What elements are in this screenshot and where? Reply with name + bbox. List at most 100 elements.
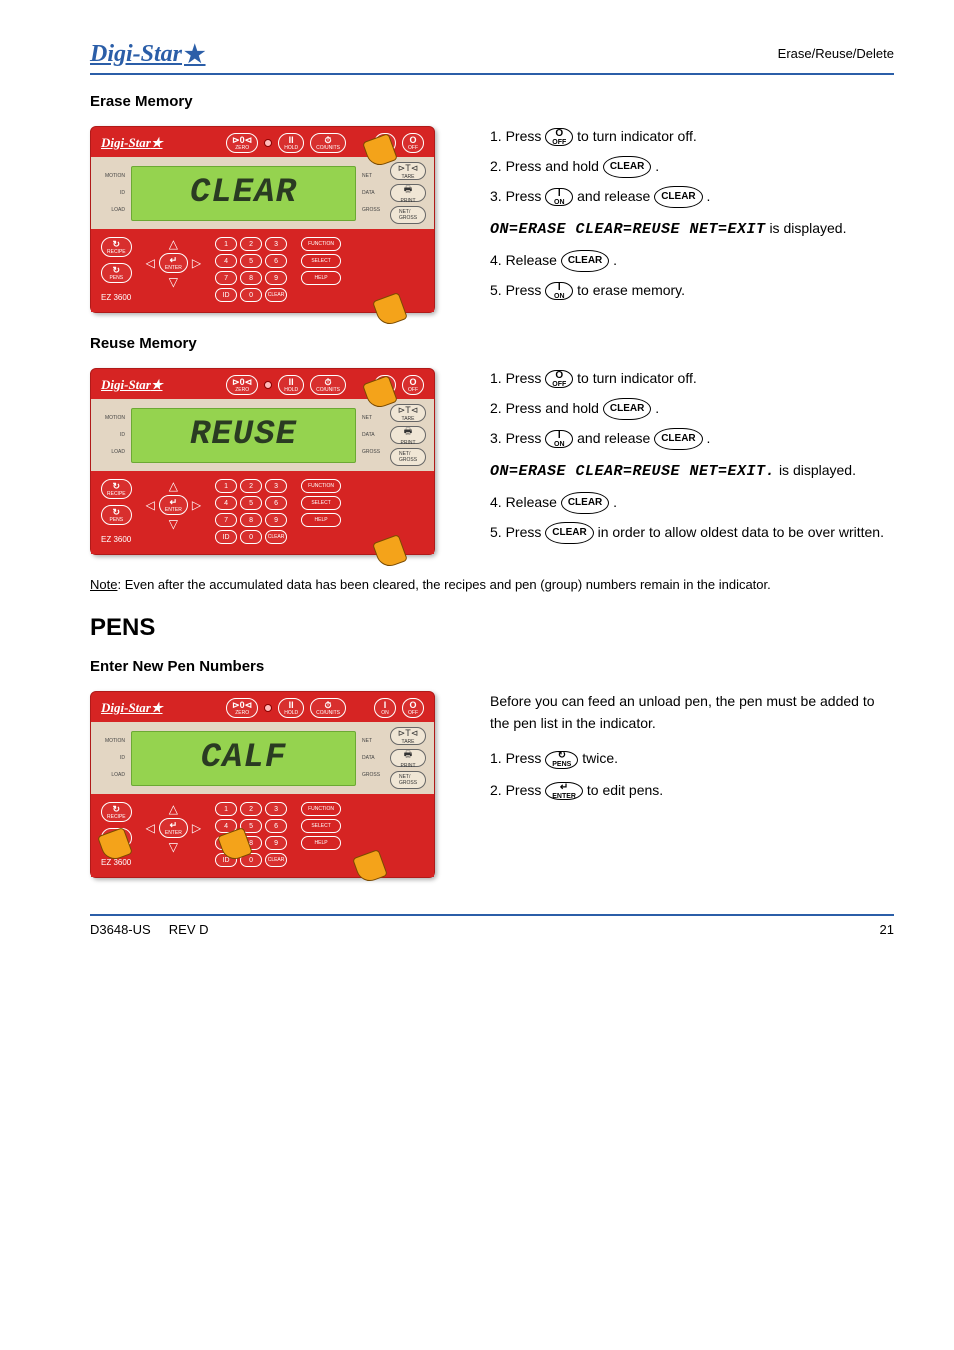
- lcd-display: REUSE: [131, 408, 356, 463]
- netgross-button[interactable]: NET/ GROSS: [390, 206, 426, 224]
- key-9[interactable]: 9: [265, 271, 287, 285]
- arrow-up-icon[interactable]: △: [169, 479, 178, 493]
- off-oval: OOFF: [545, 128, 573, 146]
- timer-button[interactable]: ⏱CO/UNITS: [310, 698, 346, 718]
- recipe-button[interactable]: ↻RECIPE: [101, 237, 132, 257]
- page-footer: D3648-US REV D 21: [90, 914, 894, 937]
- pens-button[interactable]: ↻PENS: [101, 263, 132, 283]
- device-panel-calf: Digi-Star★ ⊳0⊲ZERO IIHOLD ⏱CO/UNITS ION …: [90, 691, 435, 878]
- hold-button[interactable]: IIHOLD: [278, 133, 304, 153]
- digi-star-logo: Digi-Star ★: [90, 40, 206, 69]
- arrow-down-icon[interactable]: ▽: [169, 517, 178, 531]
- tare-button[interactable]: ⊳T⊲TARE: [390, 404, 426, 422]
- clear-oval: CLEAR: [654, 428, 702, 450]
- screen-message-erase: ON=ERASE CLEAR=REUSE NET=EXIT: [490, 221, 766, 238]
- enter-button[interactable]: ↵ENTER: [159, 253, 188, 273]
- display-left-labels: MOTIONIDLOAD: [99, 173, 125, 213]
- zero-button[interactable]: ⊳0⊲ZERO: [226, 375, 258, 395]
- arrow-right-icon[interactable]: ▷: [192, 498, 201, 512]
- key-7[interactable]: 7: [215, 271, 237, 285]
- pens-oval: ↻PENS: [545, 751, 578, 769]
- device-model: EZ 3600: [101, 858, 132, 867]
- print-button[interactable]: 🖶PRINT: [390, 749, 426, 767]
- clear-oval: CLEAR: [561, 250, 609, 272]
- enter-button[interactable]: ↵ENTER: [159, 495, 188, 515]
- key-id[interactable]: ID: [215, 288, 237, 302]
- header-topic: Erase/Reuse/Delete: [778, 46, 894, 61]
- status-led: [264, 704, 272, 712]
- print-button[interactable]: 🖶PRINT: [390, 184, 426, 202]
- tare-button[interactable]: ⊳T⊲TARE: [390, 727, 426, 745]
- key-clear[interactable]: CLEAR: [265, 288, 287, 302]
- reuse-steps: 1. Press OOFF to turn indicator off. 2. …: [490, 368, 894, 555]
- arrow-right-icon[interactable]: ▷: [192, 256, 201, 270]
- erase-steps: 1. Press OOFF to turn indicator off. 2. …: [490, 126, 894, 313]
- clear-oval: CLEAR: [561, 492, 609, 514]
- lcd-display: CALF: [131, 731, 356, 786]
- device-panel-reuse: Digi-Star★ ⊳0⊲ZERO IIHOLD ⏱CO/UNITS ION …: [90, 368, 435, 555]
- hold-button[interactable]: IIHOLD: [278, 375, 304, 395]
- clear-oval: CLEAR: [603, 398, 651, 420]
- key-3[interactable]: 3: [265, 237, 287, 251]
- device-logo: Digi-Star★: [101, 135, 163, 151]
- arrow-right-icon[interactable]: ▷: [192, 821, 201, 835]
- device-model: EZ 3600: [101, 535, 132, 544]
- help-button[interactable]: HELP: [301, 271, 341, 285]
- arrow-down-icon[interactable]: ▽: [169, 840, 178, 854]
- device-logo: Digi-Star★: [101, 377, 163, 393]
- off-button[interactable]: OOFF: [402, 133, 424, 153]
- recipe-button[interactable]: ↻RECIPE: [101, 479, 132, 499]
- function-button[interactable]: FUNCTION: [301, 237, 341, 251]
- arrow-up-icon[interactable]: △: [169, 237, 178, 251]
- status-led: [264, 139, 272, 147]
- section-erase-title: Erase Memory: [90, 93, 894, 110]
- enter-oval: ↵ENTER: [545, 782, 583, 800]
- on-button[interactable]: ION: [374, 698, 396, 718]
- select-button[interactable]: SELECT: [301, 254, 341, 268]
- screen-message-reuse: ON=ERASE CLEAR=REUSE NET=EXIT.: [490, 463, 775, 480]
- star-icon: ★: [184, 40, 206, 69]
- recipe-button[interactable]: ↻RECIPE: [101, 802, 132, 822]
- arrow-left-icon[interactable]: ◁: [146, 256, 155, 270]
- arrow-up-icon[interactable]: △: [169, 802, 178, 816]
- footer-rev: REV D: [169, 922, 209, 937]
- key-4[interactable]: 4: [215, 254, 237, 268]
- pens-button[interactable]: ↻PENS: [101, 505, 132, 525]
- tare-button[interactable]: ⊳T⊲TARE: [390, 162, 426, 180]
- timer-button[interactable]: ⏱CO/UNITS: [310, 133, 346, 153]
- key-6[interactable]: 6: [265, 254, 287, 268]
- netgross-button[interactable]: NET/ GROSS: [390, 771, 426, 789]
- pens-steps: Before you can feed an unload pen, the p…: [490, 691, 894, 878]
- timer-button[interactable]: ⏱CO/UNITS: [310, 375, 346, 395]
- numeric-keypad[interactable]: 1 2 3 4 5 6 7 8 9 ID 0 CLEAR: [215, 237, 287, 302]
- clear-oval: CLEAR: [603, 156, 651, 178]
- hold-button[interactable]: IIHOLD: [278, 698, 304, 718]
- arrow-down-icon[interactable]: ▽: [169, 275, 178, 289]
- pens-title: PENS: [90, 614, 894, 642]
- reuse-note: Note: Even after the accumulated data ha…: [90, 577, 894, 592]
- device-panel-clear: Digi-Star★ ⊳0⊲ZERO IIHOLD ⏱CO/UNITS ION …: [90, 126, 435, 313]
- on-oval: ION: [545, 282, 573, 300]
- key-1[interactable]: 1: [215, 237, 237, 251]
- key-2[interactable]: 2: [240, 237, 262, 251]
- status-led: [264, 381, 272, 389]
- zero-button[interactable]: ⊳0⊲ZERO: [226, 698, 258, 718]
- on-oval: ION: [545, 430, 573, 448]
- display-right-labels: NETDATAGROSS: [362, 173, 384, 213]
- off-button[interactable]: OOFF: [402, 698, 424, 718]
- key-5[interactable]: 5: [240, 254, 262, 268]
- page-number: 21: [880, 922, 894, 937]
- print-button[interactable]: 🖶PRINT: [390, 426, 426, 444]
- zero-button[interactable]: ⊳0⊲ZERO: [226, 133, 258, 153]
- nav-arrows[interactable]: △ ◁ ↵ENTER ▷ ▽: [146, 237, 201, 289]
- logo-text: Digi-Star: [90, 41, 182, 68]
- device-model: EZ 3600: [101, 293, 132, 302]
- netgross-button[interactable]: NET/ GROSS: [390, 448, 426, 466]
- off-button[interactable]: OOFF: [402, 375, 424, 395]
- enter-button[interactable]: ↵ENTER: [159, 818, 188, 838]
- key-8[interactable]: 8: [240, 271, 262, 285]
- arrow-left-icon[interactable]: ◁: [146, 821, 155, 835]
- section-reuse-title: Reuse Memory: [90, 335, 894, 352]
- arrow-left-icon[interactable]: ◁: [146, 498, 155, 512]
- key-0[interactable]: 0: [240, 288, 262, 302]
